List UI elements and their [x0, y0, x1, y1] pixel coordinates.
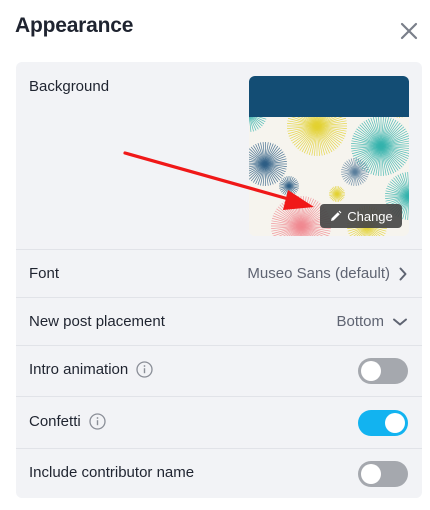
chevron-right-icon — [399, 267, 407, 280]
post-placement-value: Bottom — [336, 313, 384, 330]
confetti-label-group: Confetti — [29, 413, 106, 430]
confetti-toggle[interactable] — [358, 410, 408, 436]
close-icon — [400, 22, 418, 40]
settings-panel: Background Change Font Museo Sans (defau… — [16, 62, 422, 498]
change-background-button[interactable]: Change — [320, 204, 402, 228]
intro-animation-toggle[interactable] — [358, 358, 408, 384]
close-button[interactable] — [398, 20, 420, 42]
font-row[interactable]: Font Museo Sans (default) — [16, 249, 422, 297]
post-placement-dropdown[interactable]: Bottom — [336, 313, 408, 330]
contributor-name-label: Include contributor name — [29, 464, 195, 481]
contributor-name-row: Include contributor name — [16, 448, 422, 498]
intro-animation-row: Intro animation — [16, 345, 422, 396]
toggle-knob — [361, 464, 381, 484]
font-label: Font — [29, 265, 60, 282]
info-icon[interactable] — [136, 361, 153, 378]
toggle-knob — [361, 361, 381, 381]
dialog-title: Appearance — [15, 14, 134, 37]
font-value: Museo Sans (default) — [247, 265, 390, 282]
background-row: Background Change — [16, 62, 422, 249]
contributor-name-toggle[interactable] — [358, 461, 408, 487]
chevron-down-icon — [393, 318, 407, 325]
pencil-icon — [331, 210, 342, 221]
intro-animation-label-group: Intro animation — [29, 361, 153, 378]
toggle-knob — [385, 413, 405, 433]
background-label: Background — [29, 78, 110, 95]
intro-animation-label: Intro animation — [29, 361, 129, 378]
change-label: Change — [347, 208, 393, 224]
post-placement-label: New post placement — [29, 313, 165, 330]
confetti-label: Confetti — [29, 413, 81, 430]
post-placement-row: New post placement Bottom — [16, 297, 422, 345]
dialog-header: Appearance — [0, 0, 430, 62]
confetti-row: Confetti — [16, 396, 422, 448]
font-selector[interactable]: Museo Sans (default) — [247, 265, 408, 282]
info-icon[interactable] — [89, 413, 106, 430]
